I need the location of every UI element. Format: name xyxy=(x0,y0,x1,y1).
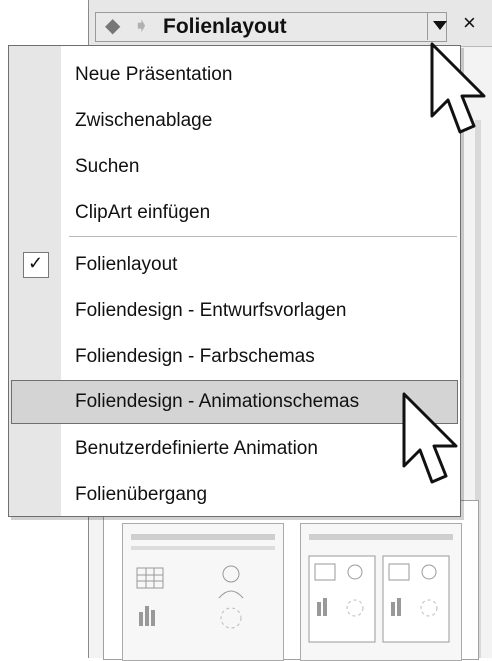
task-pane-dropdown-button[interactable] xyxy=(427,12,454,40)
menu-item-label: Foliendesign - Animationschemas xyxy=(75,391,360,412)
layout-thumbnail[interactable] xyxy=(300,523,462,661)
triangle-down-icon xyxy=(433,21,447,30)
menu-item-label: ClipArt einfügen xyxy=(75,202,211,223)
task-pane-menu: Neue Präsentation Zwischenablage Suchen … xyxy=(8,45,461,517)
checked-indicator: ✓ xyxy=(23,252,49,278)
layout-thumbnail[interactable] xyxy=(122,523,284,661)
multi-content-clipart-icon xyxy=(308,555,450,643)
mouse-pointer-icon xyxy=(402,392,458,484)
menu-item-zwischenablage[interactable]: Zwischenablage xyxy=(9,98,460,144)
menu-item-label: Folienübergang xyxy=(75,484,208,505)
menu-item-benutzerdefinierte-animation[interactable]: Benutzerdefinierte Animation xyxy=(9,426,460,472)
table-chart-clipart-icon xyxy=(136,565,244,629)
menu-item-label: Suchen xyxy=(75,156,140,177)
mouse-pointer-icon xyxy=(430,42,486,134)
menu-item-label: Foliendesign - Entwurfsvorlagen xyxy=(75,300,347,321)
thumbnail-title-bar xyxy=(131,534,275,540)
menu-separator xyxy=(69,236,457,237)
menu-item-clipart-einfuegen[interactable]: ClipArt einfügen xyxy=(9,190,460,236)
menu-item-folienlayout[interactable]: ✓ Folienlayout xyxy=(9,242,460,288)
menu-item-folienuebergang[interactable]: Folienübergang xyxy=(9,472,460,518)
close-icon[interactable]: × xyxy=(463,10,476,36)
menu-item-label: Neue Präsentation xyxy=(75,64,233,85)
layout-thumbnails xyxy=(103,500,479,661)
menu-item-suchen[interactable]: Suchen xyxy=(9,144,460,190)
thumbnail-title-bar xyxy=(309,534,453,540)
thumbnail-subtitle-bar xyxy=(131,546,275,550)
menu-item-label: Foliendesign - Farbschemas xyxy=(75,346,315,367)
task-pane-title: Folienlayout xyxy=(163,15,287,38)
checkmark-icon: ✓ xyxy=(28,253,44,273)
menu-item-foliendesign-entwurfsvorlagen[interactable]: Foliendesign - Entwurfsvorlagen xyxy=(9,288,460,334)
menu-item-neue-praesentation[interactable]: Neue Präsentation xyxy=(9,52,460,98)
menu-item-label: Folienlayout xyxy=(75,254,178,275)
menu-item-foliendesign-animationschemas[interactable]: Foliendesign - Animationschemas xyxy=(11,380,458,424)
menu-item-label: Benutzerdefinierte Animation xyxy=(75,438,318,459)
back-arrow-icon[interactable]: ◆ xyxy=(105,13,120,38)
menu-item-label: Zwischenablage xyxy=(75,110,213,131)
menu-item-foliendesign-farbschemas[interactable]: Foliendesign - Farbschemas xyxy=(9,334,460,380)
forward-arrow-icon[interactable]: ➧ xyxy=(133,13,150,38)
